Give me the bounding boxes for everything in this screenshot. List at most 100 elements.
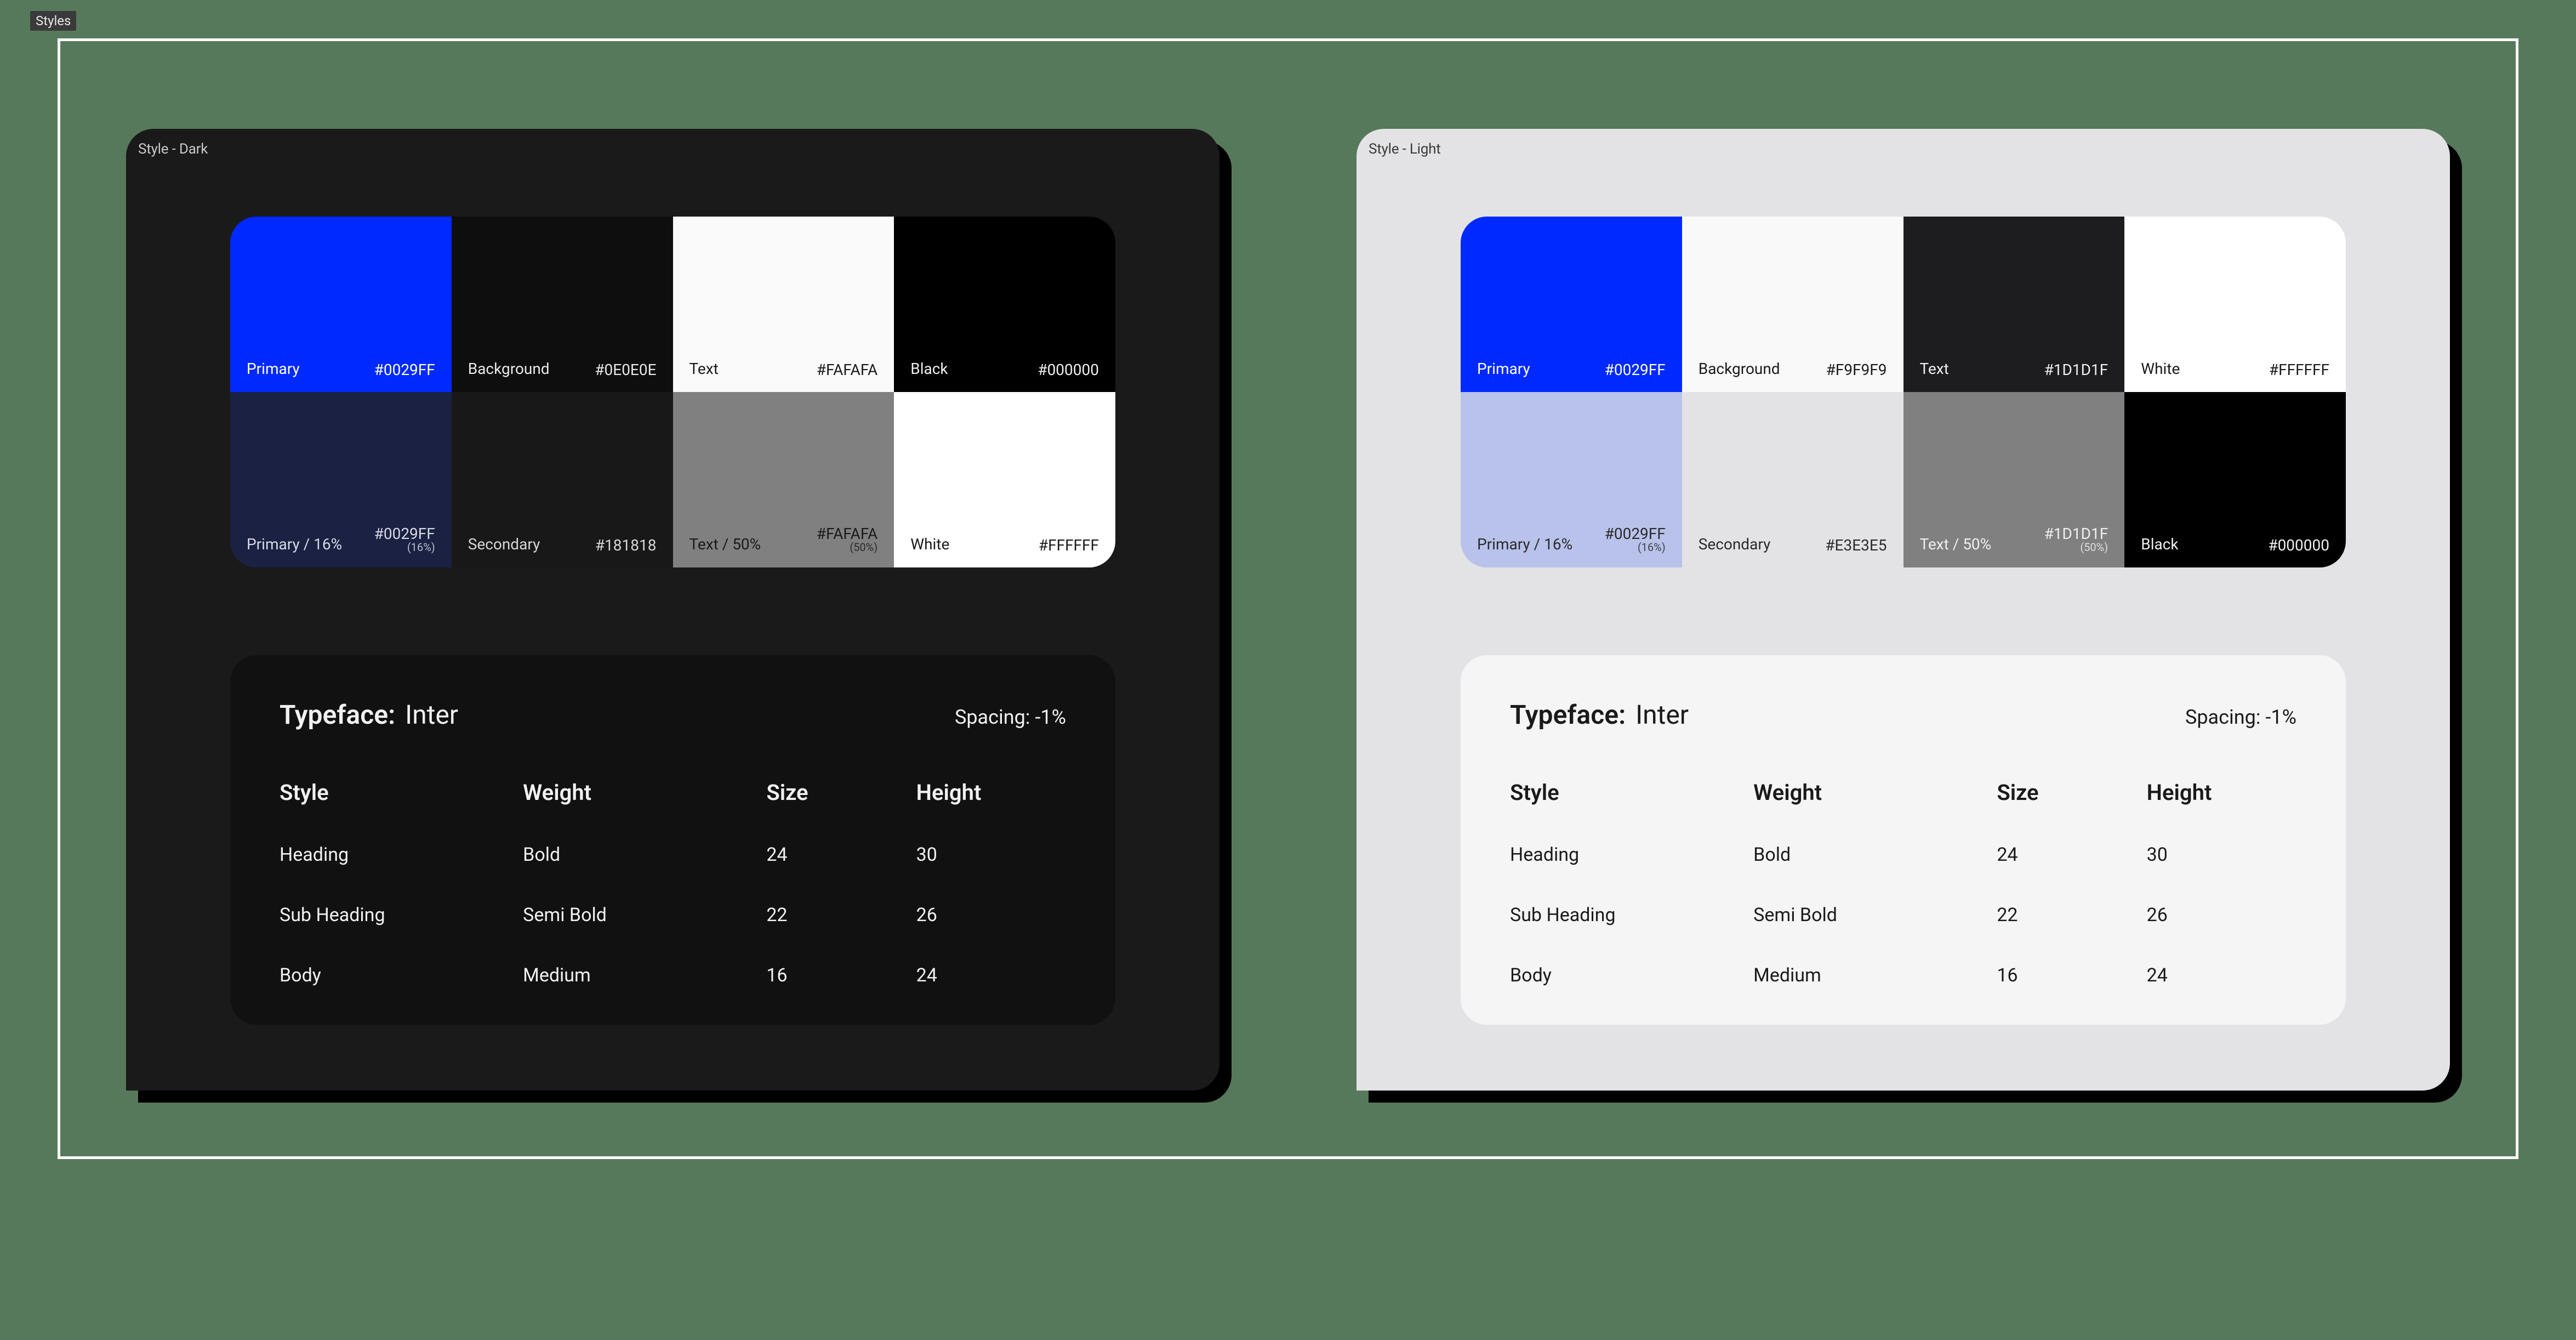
swatch-hex-sub: (16%) bbox=[1605, 542, 1666, 553]
typography-panel-light: Typeface: Inter Spacing: -1% StyleWeightSi… bbox=[1461, 655, 2346, 1025]
table-cell: 16 bbox=[1997, 964, 2146, 986]
typography-table: StyleWeightSizeHeightHeadingBold2430Sub … bbox=[280, 780, 1066, 986]
swatch-hex: #000000 bbox=[1038, 362, 1099, 378]
swatch-hex: #1D1D1F bbox=[2044, 362, 2108, 378]
swatch-hex: #FAFAFA bbox=[817, 362, 878, 378]
typography-header: Typeface: Inter Spacing: -1% bbox=[1510, 699, 2296, 730]
table-header: Style bbox=[280, 780, 523, 805]
swatch-name: White bbox=[2141, 360, 2180, 378]
table-header: Style bbox=[1510, 780, 1753, 805]
swatch-hex: #FAFAFA(50%) bbox=[817, 526, 878, 553]
table-cell: 26 bbox=[2147, 904, 2296, 926]
section-badge: Styles bbox=[30, 11, 76, 31]
table-cell: Body bbox=[1510, 964, 1753, 986]
swatch-hex-sub: (50%) bbox=[817, 542, 878, 553]
swatch-name: White bbox=[910, 535, 949, 553]
table-cell: Medium bbox=[523, 964, 766, 986]
swatch-name: Primary / 16% bbox=[247, 535, 342, 553]
style-card-dark-label: Style - Dark bbox=[138, 141, 208, 157]
table-cell: 24 bbox=[916, 964, 1066, 986]
color-swatch: Secondary #181818 bbox=[452, 392, 673, 567]
swatch-name: Background bbox=[1699, 360, 1780, 378]
swatch-hex: #000000 bbox=[2268, 537, 2329, 553]
swatch-name: Black bbox=[910, 360, 948, 378]
color-swatch: Primary / 16% #0029FF(16%) bbox=[1461, 392, 1682, 567]
table-cell: 30 bbox=[916, 844, 1066, 866]
table-header: Size bbox=[766, 780, 916, 805]
table-cell: 26 bbox=[916, 904, 1066, 926]
swatch-name: Black bbox=[2141, 535, 2178, 553]
table-header: Weight bbox=[1753, 780, 1997, 805]
swatch-hex: #0029FF(16%) bbox=[1605, 526, 1666, 553]
swatch-grid-dark: Primary #0029FF Background #0E0E0E Text #FAFA… bbox=[230, 217, 1115, 567]
table-cell: Medium bbox=[1753, 964, 1997, 986]
swatch-hex: #0029FF bbox=[374, 362, 435, 378]
swatch-name: Text / 50% bbox=[1920, 535, 1992, 553]
swatch-name: Text bbox=[1920, 360, 1949, 378]
swatch-hex: #F9F9F9 bbox=[1826, 362, 1887, 378]
spacing-label: Spacing: -1% bbox=[2185, 706, 2296, 729]
table-header: Size bbox=[1997, 780, 2146, 805]
swatch-hex: #FFFFFF bbox=[1039, 537, 1099, 553]
table-cell: 24 bbox=[766, 844, 916, 866]
color-swatch: Black #000000 bbox=[2124, 392, 2346, 567]
style-card-light: Style - Light Primary #0029FF Background #F… bbox=[1357, 129, 2450, 1091]
swatch-hex: #1D1D1F(50%) bbox=[2044, 526, 2108, 553]
swatch-hex-sub: (16%) bbox=[374, 542, 435, 553]
color-swatch: White #FFFFFF bbox=[894, 392, 1115, 567]
color-swatch: Text #FAFAFA bbox=[673, 217, 894, 392]
color-swatch: Secondary #E3E3E5 bbox=[1682, 392, 1903, 567]
swatch-grid-light: Primary #0029FF Background #F9F9F9 Text #1D1D… bbox=[1461, 217, 2346, 567]
swatch-hex-sub: (50%) bbox=[2044, 542, 2108, 553]
table-cell: Bold bbox=[523, 844, 766, 866]
swatch-name: Secondary bbox=[1699, 535, 1771, 553]
color-swatch: White #FFFFFF bbox=[2124, 217, 2346, 392]
swatch-hex: #0029FF bbox=[1605, 362, 1666, 378]
swatch-hex: #0E0E0E bbox=[595, 362, 656, 378]
color-swatch: Background #F9F9F9 bbox=[1682, 217, 1903, 392]
table-cell: Heading bbox=[280, 844, 523, 866]
typeface-label: Typeface: bbox=[280, 699, 395, 730]
table-cell: 16 bbox=[766, 964, 916, 986]
swatch-name: Primary bbox=[1477, 360, 1530, 378]
swatch-hex: #0029FF(16%) bbox=[374, 526, 435, 553]
swatch-hex: #E3E3E5 bbox=[1825, 537, 1887, 553]
typeface-name: Inter bbox=[1629, 699, 1689, 730]
style-card-dark: Style - Dark Primary #0029FF Background #0E… bbox=[126, 129, 1219, 1091]
swatch-name: Background bbox=[468, 360, 550, 378]
color-swatch: Background #0E0E0E bbox=[452, 217, 673, 392]
table-header: Height bbox=[916, 780, 1066, 805]
color-swatch: Text #1D1D1F bbox=[1903, 217, 2125, 392]
spacing-label: Spacing: -1% bbox=[955, 706, 1066, 729]
swatch-name: Secondary bbox=[468, 535, 540, 553]
typography-panel-dark: Typeface: InterSpacing: -1%StyleWeightSi… bbox=[230, 655, 1115, 1025]
table-cell: 22 bbox=[1997, 904, 2146, 926]
table-cell: Heading bbox=[1510, 844, 1753, 866]
typeface-name: Inter bbox=[398, 699, 458, 730]
table-header: Height bbox=[2147, 780, 2296, 805]
table-cell: Sub Heading bbox=[1510, 904, 1753, 926]
table-cell: Sub Heading bbox=[280, 904, 523, 926]
table-cell: Body bbox=[280, 964, 523, 986]
swatch-name: Text bbox=[689, 360, 719, 378]
swatch-name: Primary / 16% bbox=[1477, 535, 1572, 553]
table-cell: 24 bbox=[2147, 964, 2296, 986]
typography-table: StyleWeightSizeHeightHeadingBold2430Sub … bbox=[1510, 780, 2296, 986]
table-cell: 22 bbox=[766, 904, 916, 926]
style-card-light-label: Style - Light bbox=[1369, 141, 1441, 157]
typography-header: Typeface: Inter Spacing: -1% bbox=[280, 699, 1066, 730]
swatch-name: Primary bbox=[247, 360, 300, 378]
swatch-name: Text / 50% bbox=[689, 535, 761, 553]
swatch-hex: #181818 bbox=[595, 537, 657, 553]
typeface-label: Typeface: bbox=[1510, 699, 1626, 730]
color-swatch: Primary #0029FF bbox=[230, 217, 452, 392]
page-frame: Style - Dark Primary #0029FF Background #0E… bbox=[58, 38, 2518, 1159]
table-cell: Bold bbox=[1753, 844, 1997, 866]
color-swatch: Primary / 16% #0029FF(16%) bbox=[230, 392, 452, 567]
table-cell: Semi Bold bbox=[1753, 904, 1997, 926]
swatch-hex: #FFFFFF bbox=[2269, 362, 2329, 378]
color-swatch: Text / 50% #FAFAFA(50%) bbox=[673, 392, 894, 567]
color-swatch: Text / 50% #1D1D1F(50%) bbox=[1903, 392, 2125, 567]
color-swatch: Black #000000 bbox=[894, 217, 1115, 392]
table-cell: 24 bbox=[1997, 844, 2146, 866]
